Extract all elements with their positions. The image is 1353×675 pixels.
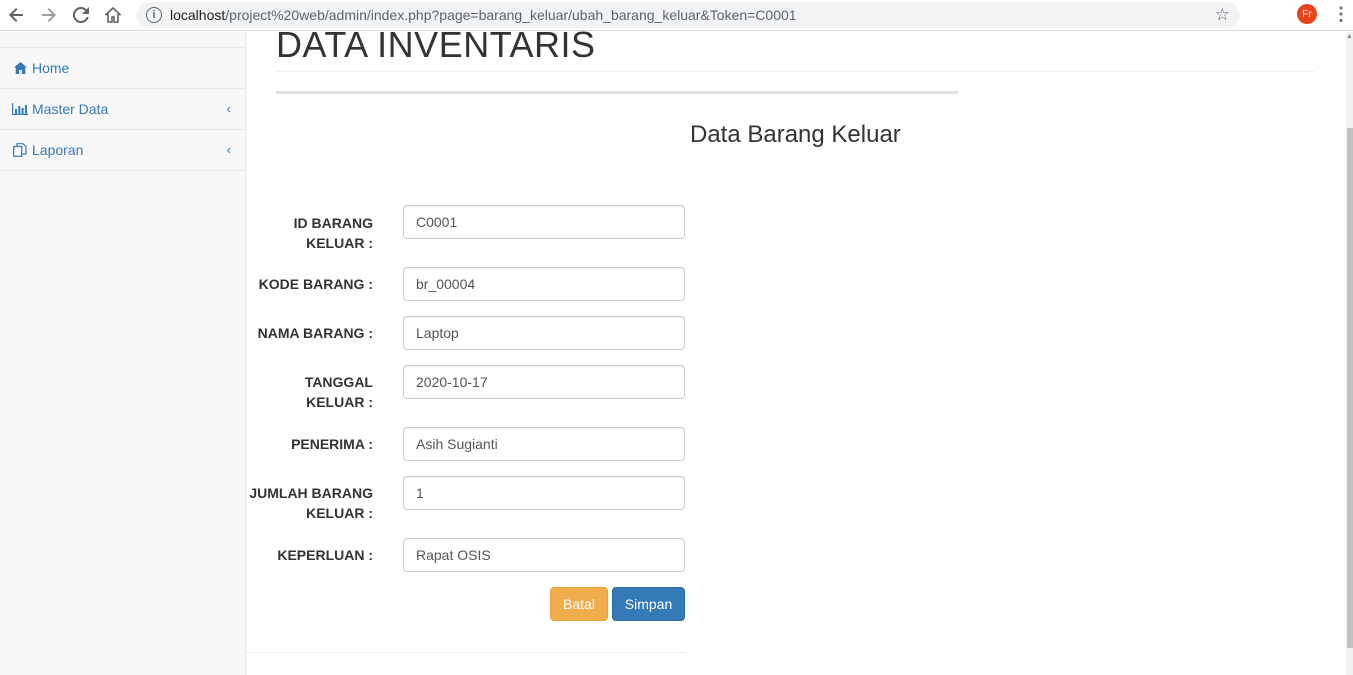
info-icon[interactable]: i	[146, 7, 162, 23]
scroll-up-arrow-icon[interactable]: ▲	[1346, 32, 1353, 42]
divider	[246, 652, 686, 653]
chevron-left-icon: ‹	[226, 142, 231, 157]
sidebar: Home Master Data ‹ Laporan ‹	[0, 32, 246, 675]
penerima-label: PENERIMA :	[291, 436, 373, 452]
scrollbar-thumb[interactable]	[1347, 128, 1353, 648]
sidebar-item-laporan[interactable]: Laporan ‹	[0, 130, 245, 171]
bookmark-star-icon[interactable]: ☆	[1215, 5, 1230, 25]
batal-button[interactable]: Batal	[550, 587, 608, 621]
nama-barang-field[interactable]	[403, 316, 685, 350]
main-content: DATA INVENTARIS Data Barang Keluar ID BA…	[246, 24, 1346, 675]
penerima-field[interactable]	[403, 427, 685, 461]
kode-barang-field[interactable]	[403, 267, 685, 301]
nama-barang-label: NAMA BARANG :	[257, 325, 373, 341]
profile-avatar[interactable]: Fr	[1297, 4, 1317, 24]
tanggal-keluar-field[interactable]	[403, 365, 685, 399]
id-barang-keluar-field[interactable]	[403, 205, 685, 239]
chevron-left-icon: ‹	[226, 101, 231, 116]
sidebar-item-label: Laporan	[32, 142, 84, 158]
browser-toolbar: i localhost/project%20web/admin/index.ph…	[0, 0, 1353, 31]
jumlah-barang-keluar-field[interactable]	[403, 476, 685, 510]
url-text: localhost/project%20web/admin/index.php?…	[170, 7, 797, 23]
sidebar-item-master-data[interactable]: Master Data ‹	[0, 89, 245, 130]
bar-chart-icon	[12, 102, 28, 116]
sidebar-item-home[interactable]: Home	[0, 48, 245, 89]
reload-icon[interactable]	[69, 3, 93, 27]
keperluan-field[interactable]	[403, 538, 685, 572]
page-title: DATA INVENTARIS	[276, 24, 596, 65]
home-icon	[12, 61, 28, 75]
kode-barang-label: KODE BARANG :	[258, 276, 373, 292]
form-title: Data Barang Keluar	[690, 121, 901, 148]
copy-icon	[12, 143, 28, 157]
tanggal-keluar-label: TANGGAL KELUAR :	[304, 374, 373, 410]
divider	[276, 91, 958, 94]
simpan-button[interactable]: Simpan	[612, 587, 685, 621]
forward-arrow-icon[interactable]	[37, 3, 61, 27]
sidebar-item-label: Master Data	[32, 101, 109, 117]
divider	[276, 71, 1314, 72]
home-browser-icon[interactable]	[101, 3, 125, 27]
back-arrow-icon[interactable]	[4, 3, 28, 27]
sidebar-item-label: Home	[32, 60, 70, 76]
keperluan-label: KEPERLUAN :	[277, 547, 373, 563]
browser-menu-icon[interactable]: ⋮	[1332, 3, 1350, 27]
jumlah-barang-keluar-label: JUMLAH BARANG KELUAR :	[249, 485, 373, 521]
id-barang-keluar-label: ID BARANG KELUAR :	[293, 215, 373, 251]
